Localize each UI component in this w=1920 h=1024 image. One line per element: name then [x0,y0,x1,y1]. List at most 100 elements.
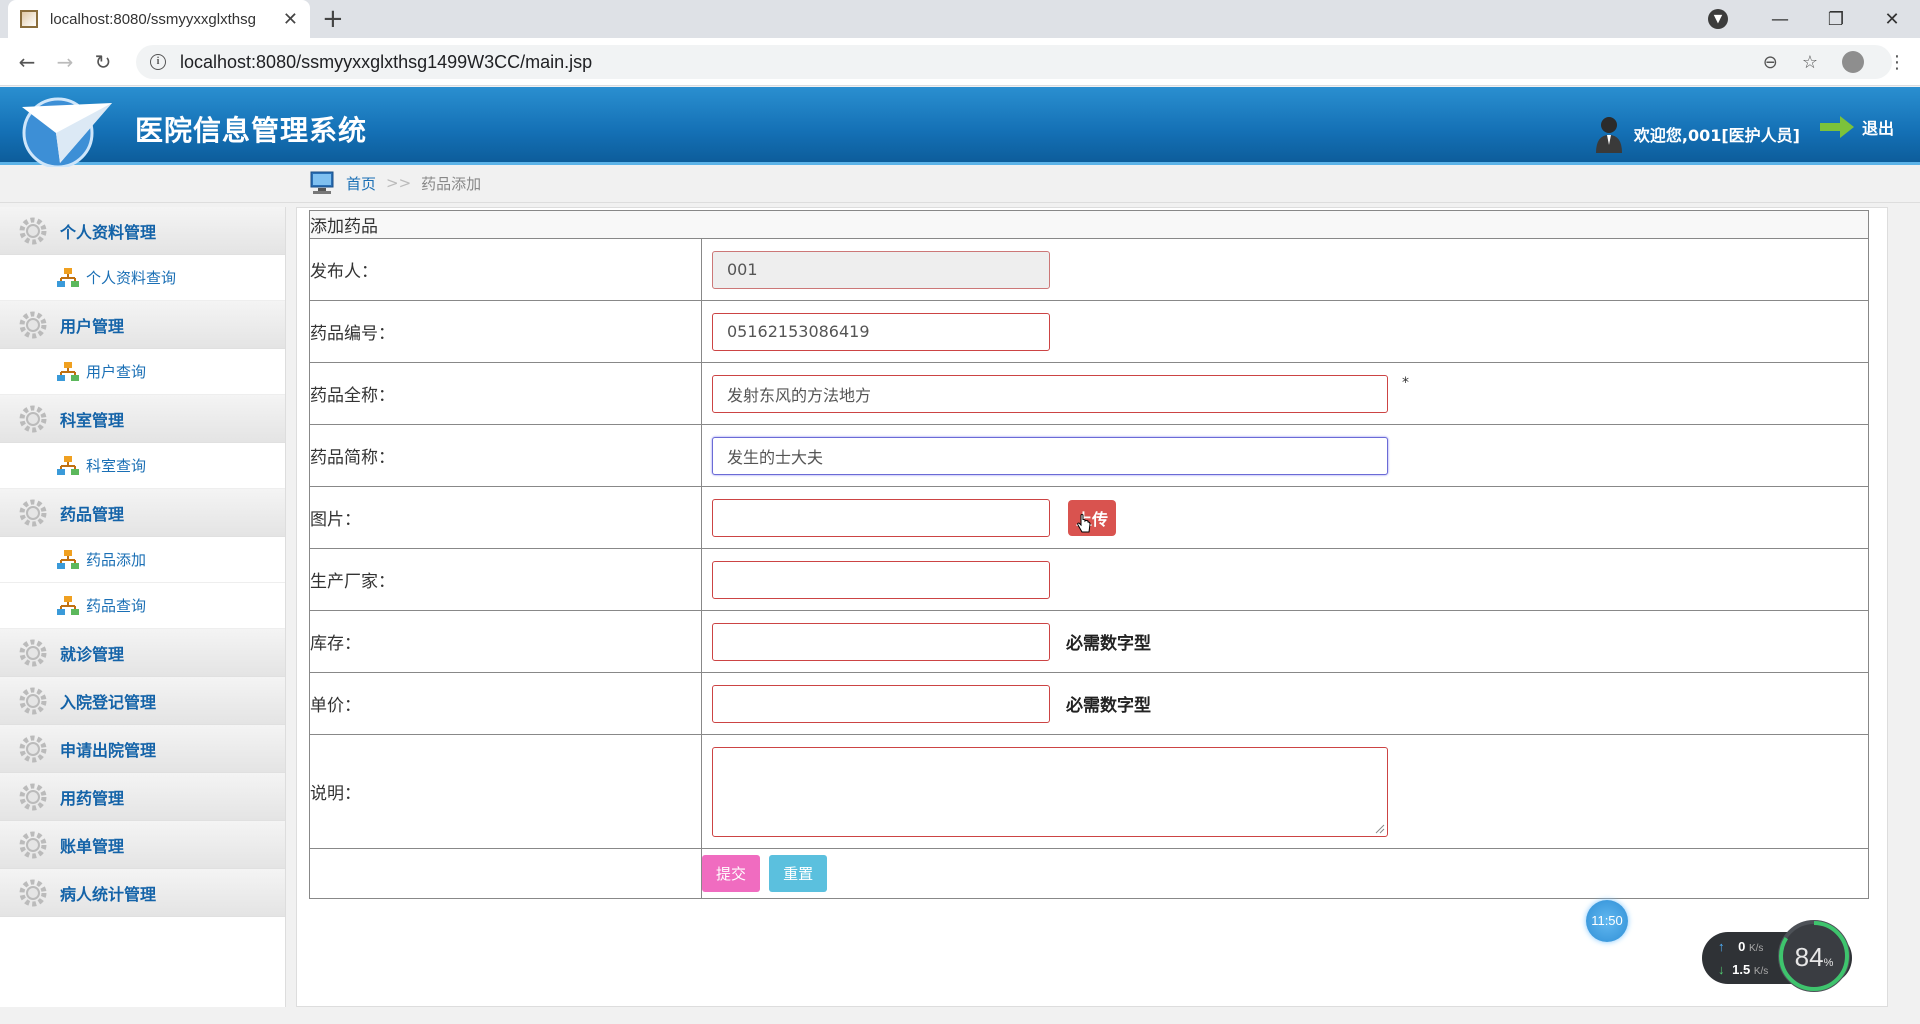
sidebar-group-visits[interactable]: 就诊管理 [0,629,285,677]
logout-label[interactable]: 退出 [1862,115,1894,139]
back-icon[interactable]: ← [16,50,38,74]
desc-cell [701,734,1869,849]
url-text[interactable]: localhost:8080/ssmyyxxglxthsg1499W3CC/ma… [180,52,592,73]
tab-close-icon[interactable]: ✕ [283,9,298,30]
image-path-field[interactable] [712,498,1050,537]
upload-button[interactable]: 上传 [1068,499,1117,536]
zoom-icon[interactable]: ⊖ [1763,52,1778,73]
code-cell: 05162153086419 [701,300,1869,363]
sidebar-group-label[interactable]: 就诊管理 [60,641,124,665]
submit-button[interactable]: 提交 [702,855,761,892]
sidebar-group-billing[interactable]: 账单管理 [0,821,285,869]
price-row: 必需数字型 [712,684,1868,723]
publisher-cell: 001 [701,238,1869,301]
button-row-empty-cell [309,848,702,899]
medicine-code-field[interactable]: 05162153086419 [712,312,1050,351]
gear-icon [19,735,47,762]
sidebar-item-user-query[interactable]: 用户查询 [0,349,285,395]
sidebar-group-label[interactable]: 账单管理 [60,833,124,857]
browser-tab[interactable]: localhost:8080/ssmyyxxglxthsg ✕ [8,0,310,38]
new-tab-button[interactable]: + [322,4,344,34]
breadcrumb-separator: >> [386,174,412,192]
breadcrumb-home-link[interactable]: 首页 [346,173,376,194]
gear-icon [19,831,47,858]
sidebar-group-label[interactable]: 药品管理 [60,501,124,525]
logout-link[interactable]: 退出 [1819,115,1894,139]
address-bar[interactable]: i localhost:8080/ssmyyxxglxthsg1499W3CC/… [136,45,1892,79]
manufacturer-field[interactable] [712,560,1050,599]
cpu-percent-unit: % [1823,957,1834,969]
reset-button[interactable]: 重置 [769,855,828,892]
cpu-percent-value: 84 [1794,942,1824,972]
sidebar-item-label[interactable]: 个人资料查询 [86,267,176,288]
sidebar-group-medication[interactable]: 用药管理 [0,773,285,821]
down-arrow-icon: ↓ [1718,962,1725,977]
stock-row: 必需数字型 [712,622,1868,661]
tree-icon [57,267,79,287]
minimize-button[interactable]: — [1752,9,1808,30]
upload-speed-unit: K/s [1748,943,1764,954]
paper-plane-logo-icon [22,97,112,167]
menu-kebab-icon[interactable]: ⋮ [1888,52,1906,73]
sidebar-item-label[interactable]: 药品查询 [86,595,146,616]
sidebar-group-label[interactable]: 申请出院管理 [60,737,156,761]
publisher-label: 发布人： [309,238,702,301]
sidebar-group-label[interactable]: 个人资料管理 [60,219,156,243]
tree-icon [57,549,79,569]
sidebar-menu: 个人资料管理 个人资料查询 用户管理 用户查询 科室管理 科室查询 药品管理 药… [0,207,286,1007]
sidebar-group-discharge[interactable]: 申请出院管理 [0,725,285,773]
sidebar-item-medicine-query[interactable]: 药品查询 [0,583,285,629]
sidebar-item-label[interactable]: 科室查询 [86,455,146,476]
profile-avatar-icon[interactable] [1842,51,1864,73]
tab-title: localhost:8080/ssmyyxxglxthsg [50,10,256,28]
tree-icon [57,361,79,381]
close-window-button[interactable]: ✕ [1864,9,1920,30]
cpu-percent: 84% [1782,942,1846,973]
download-icon[interactable]: ▼ [1708,9,1728,29]
unit-price-field[interactable] [712,684,1050,723]
price-label: 单价： [309,672,702,735]
site-info-icon[interactable]: i [150,54,166,70]
sidebar-item-department-query[interactable]: 科室查询 [0,443,285,489]
sidebar-group-label[interactable]: 科室管理 [60,407,124,431]
sidebar-group-label[interactable]: 入院登记管理 [60,689,156,713]
price-hint: 必需数字型 [1066,696,1151,716]
medicine-full-name-field[interactable]: 发射东风的方法地方 [712,374,1388,413]
sidebar-group-departments[interactable]: 科室管理 [0,395,285,443]
tree-icon [57,595,79,615]
system-title: 医院信息管理系统 [135,114,368,147]
welcome-user: 欢迎您,001[医护人员] [1594,115,1800,153]
sidebar-group-label[interactable]: 用户管理 [60,313,124,337]
sidebar-group-profile[interactable]: 个人资料管理 [0,207,285,255]
description-textarea[interactable] [712,746,1388,837]
sidebar-group-label[interactable]: 病人统计管理 [60,881,156,905]
stock-field[interactable] [712,622,1050,661]
download-speed-unit: K/s [1753,966,1769,977]
floating-clock[interactable]: 11:50 [1586,900,1628,942]
divider [0,202,1920,203]
breadcrumb: 首页 >> 药品添加 [308,168,481,198]
sidebar-item-medicine-add[interactable]: 药品添加 [0,537,285,583]
sidebar-item-profile-query[interactable]: 个人资料查询 [0,255,285,301]
sidebar-group-label[interactable]: 用药管理 [60,785,124,809]
sidebar-group-statistics[interactable]: 病人统计管理 [0,869,285,917]
gear-icon [19,217,47,244]
sidebar-group-admission[interactable]: 入院登记管理 [0,677,285,725]
maximize-button[interactable]: ❐ [1808,9,1864,30]
maker-label: 生产厂家： [309,548,702,611]
gear-icon [19,639,47,666]
add-medicine-form: 添加药品 发布人： 001 药品编号： 05162153086419 药品全称：… [309,210,1869,899]
cpu-gauge[interactable]: 84% [1778,920,1850,992]
resize-grip-icon[interactable] [1375,824,1385,834]
reload-icon[interactable]: ↻ [92,50,114,74]
bookmark-star-icon[interactable]: ☆ [1802,52,1818,73]
sidebar-group-medicine[interactable]: 药品管理 [0,489,285,537]
medicine-short-name-field[interactable]: 发生的士大夫 [712,436,1388,475]
sidebar-item-label[interactable]: 药品添加 [86,549,146,570]
sidebar-group-users[interactable]: 用户管理 [0,301,285,349]
publisher-field[interactable]: 001 [712,250,1050,289]
sidebar-item-label[interactable]: 用户查询 [86,361,146,382]
forward-icon[interactable]: → [54,50,76,74]
browser-tabbar: localhost:8080/ssmyyxxglxthsg ✕ + ▼ — ❐ … [0,0,1920,38]
code-label: 药品编号： [309,300,702,363]
